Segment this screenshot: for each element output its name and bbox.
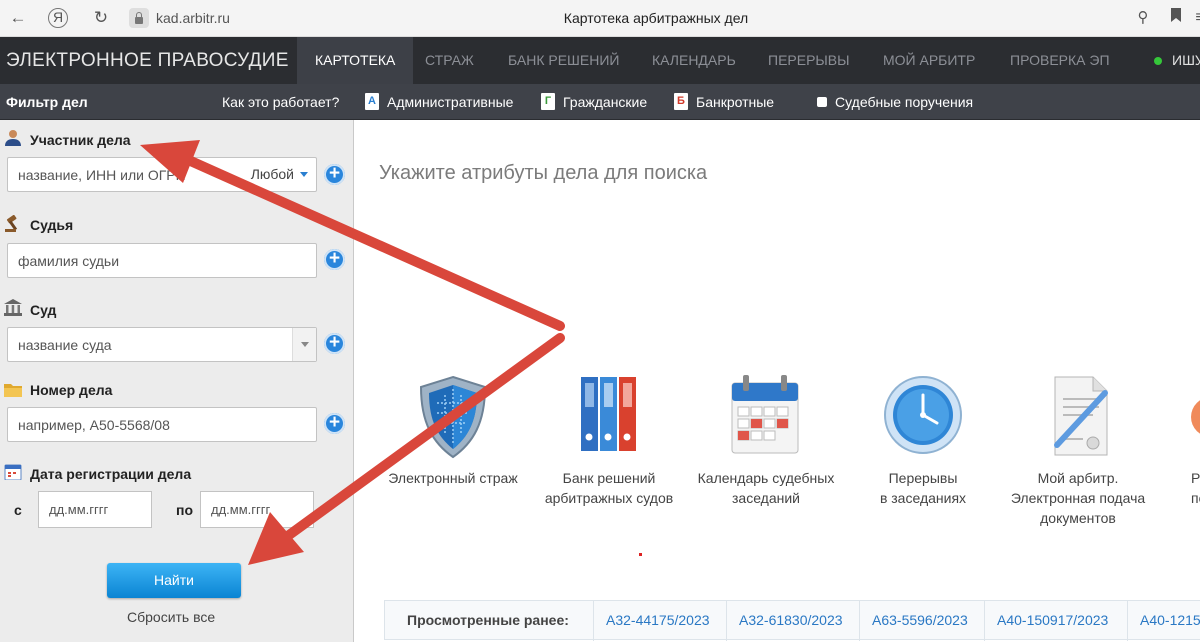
recently-viewed-bar: Просмотренные ранее: А32-44175/2023 А32-… (384, 600, 1200, 641)
judge-input[interactable] (8, 244, 316, 277)
court-orders-checkbox[interactable] (817, 97, 827, 107)
nav-pereryvy[interactable]: ПЕРЕРЫВЫ (768, 37, 850, 84)
tile-caption: Р по и (1191, 470, 1200, 506)
category-label: Административные (387, 94, 514, 110)
shield-icon (419, 375, 487, 459)
date-to-field[interactable] (200, 491, 314, 528)
nav-bank-resheniy[interactable]: БАНК РЕШЕНИЙ (508, 37, 619, 84)
bookmark-icon[interactable] (1164, 6, 1188, 30)
recent-case-link[interactable]: А32-61830/2023 (739, 612, 843, 628)
recently-viewed-label: Просмотренные ранее: (407, 612, 569, 628)
search-hint-title: Укажите атрибуты дела для поиска (379, 162, 708, 184)
add-participant-button[interactable]: + (324, 164, 345, 185)
tile-caption: Банк решений арбитражных судов (544, 470, 674, 506)
date-from-field[interactable] (38, 491, 152, 528)
add-judge-button[interactable]: + (324, 249, 345, 270)
folder-icon (4, 384, 22, 397)
menu-icon[interactable]: ≡ (1188, 6, 1200, 30)
date-from-input[interactable] (39, 492, 151, 527)
tile-caption: Электронный страж (388, 470, 518, 486)
court-orders-label[interactable]: Судебные поручения (835, 93, 973, 111)
category-label: Банкротные (696, 94, 775, 110)
bankruptcy-icon: Б (674, 93, 688, 110)
judge-label: Судья (30, 217, 74, 233)
divider (593, 601, 594, 641)
reset-all-link[interactable]: Сбросить все (127, 609, 215, 625)
nav-proverka-ep[interactable]: ПРОВЕРКА ЭП (1010, 37, 1110, 84)
partial-icon (1191, 397, 1200, 437)
main-content: Укажите атрибуты дела для поиска Электро… (355, 120, 1200, 642)
user-link[interactable]: ИШУ (1172, 37, 1200, 84)
nav-kalendar[interactable]: КАЛЕНДАРЬ (652, 37, 736, 84)
recent-case-link[interactable]: А32-44175/2023 (606, 612, 710, 628)
participant-field[interactable]: Любой (7, 157, 317, 192)
clock-icon (884, 376, 962, 454)
date-label: Дата регистрации дела (30, 466, 192, 482)
chevron-down-icon[interactable] (300, 172, 308, 177)
administrative-icon: А (365, 93, 379, 110)
divider (859, 601, 860, 641)
recent-case-link[interactable]: А40-1215 (1140, 612, 1200, 628)
civil-icon: Г (541, 93, 555, 110)
court-building-icon (4, 299, 22, 316)
date-to-input[interactable] (201, 492, 313, 527)
chevron-down-icon[interactable] (292, 328, 316, 361)
person-icon (5, 130, 21, 146)
court-field[interactable] (7, 327, 317, 362)
tile-caption: Перерывы в заседаниях (879, 470, 967, 506)
category-label: Гражданские (563, 94, 648, 110)
recent-case-link[interactable]: А63-5596/2023 (872, 612, 968, 628)
filter-bar: Фильтр дел Как это работает? А Администр… (0, 84, 1200, 120)
how-it-works-link[interactable]: Как это работает? (222, 94, 339, 110)
filter-sidebar: Участник дела Любой + Судья + Суд + Номе… (0, 120, 354, 642)
case-number-field[interactable] (7, 407, 317, 442)
case-number-label: Номер дела (30, 382, 113, 398)
site-brand[interactable]: ЭЛЕКТРОННОЕ ПРАВОСУДИЕ (6, 50, 289, 72)
nav-strazh[interactable]: СТРАЖ (425, 37, 474, 84)
document-pen-icon (1054, 376, 1108, 456)
participant-label: Участник дела (30, 132, 131, 148)
tile-caption: Мой арбитр. Электронная подача документо… (1010, 470, 1146, 526)
case-number-input[interactable] (8, 408, 316, 441)
divider (726, 601, 727, 641)
stray-mark (639, 553, 642, 556)
divider (984, 601, 985, 641)
nav-kartoteka[interactable]: КАРТОТЕКА (297, 37, 414, 84)
add-court-button[interactable]: + (324, 333, 345, 354)
zoom-icon[interactable]: ⚲ (1131, 6, 1155, 30)
filter-title: Фильтр дел (6, 94, 88, 110)
court-input[interactable] (8, 328, 316, 361)
participant-type-select[interactable]: Любой (251, 166, 294, 182)
binders-icon (581, 377, 636, 451)
nav-moy-arbitr[interactable]: МОЙ АРБИТР (883, 37, 975, 84)
recent-case-link[interactable]: А40-150917/2023 (997, 612, 1108, 628)
tile-caption: Календарь судебных заседаний (697, 470, 835, 506)
calendar-icon (731, 375, 799, 454)
court-label: Суд (30, 302, 57, 318)
find-button[interactable]: Найти (107, 563, 241, 598)
date-to-label: по (176, 502, 194, 518)
gavel-icon (5, 215, 18, 232)
judge-field[interactable] (7, 243, 317, 278)
calendar-icon (4, 464, 22, 480)
main-nav: ЭЛЕКТРОННОЕ ПРАВОСУДИЕ КАРТОТЕКА СТРАЖ Б… (0, 37, 1200, 84)
add-case-number-button[interactable]: + (324, 413, 345, 434)
browser-toolbar: ← Я ↻ kad.arbitr.ru Картотека арбитражны… (0, 0, 1200, 37)
page-title: Картотека арбитражных дел (563, 10, 749, 26)
online-status-icon (1154, 57, 1162, 65)
divider (1127, 601, 1128, 641)
date-from-label: с (14, 502, 22, 518)
